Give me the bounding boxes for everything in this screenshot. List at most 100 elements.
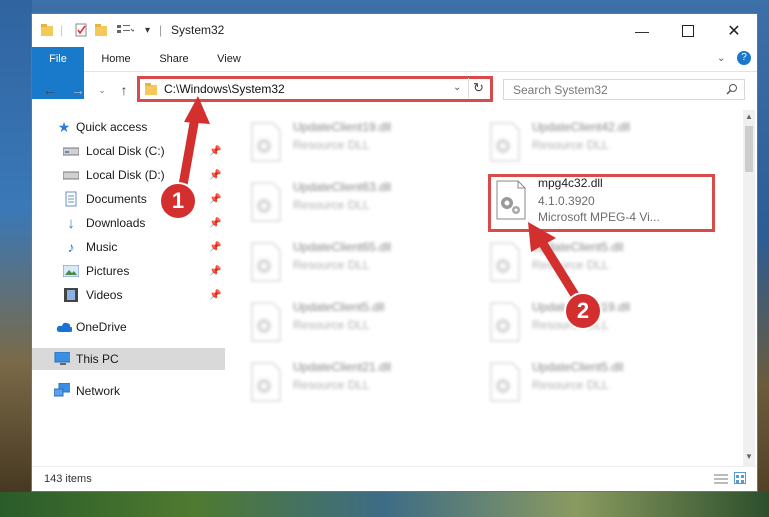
file-type: Resource DLL <box>532 258 609 272</box>
search-placeholder: Search System32 <box>513 83 608 97</box>
list-item[interactable]: UpdateClient5.dll Resource DLL <box>488 234 718 286</box>
list-item[interactable]: UpdateClient19.dll Resource DLL <box>249 114 479 166</box>
expand-ribbon-icon[interactable]: ⌄ <box>717 53 725 64</box>
up-arrow-icon[interactable]: ↑ <box>116 82 132 98</box>
dll-file-icon <box>251 122 281 162</box>
pin-icon: 📌 <box>209 241 222 253</box>
file-name: UpdateClient5.dll <box>532 240 624 254</box>
new-folder-icon[interactable] <box>94 22 108 38</box>
details-view-icon[interactable] <box>714 473 728 488</box>
music-icon: ♪ <box>67 239 75 255</box>
file-description: Microsoft MPEG-4 Vi... <box>538 210 660 224</box>
sidebar-item-downloads[interactable]: ↓ Downloads 📌 <box>32 212 225 234</box>
file-name: UpdateClient5.dll <box>532 360 624 374</box>
file-type: Resource DLL <box>293 378 370 392</box>
tab-home[interactable]: Home <box>92 47 140 71</box>
file-type: Resource DLL <box>293 138 370 152</box>
documents-icon <box>63 191 79 207</box>
tab-share[interactable]: Share <box>149 47 199 71</box>
separator: | <box>159 23 163 37</box>
separator <box>468 78 469 98</box>
pin-icon: 📌 <box>209 169 222 181</box>
sidebar-item-label: This PC <box>76 352 119 366</box>
sidebar-item-quick-access[interactable]: ★ Quick access <box>32 116 225 138</box>
tiles-view-icon[interactable] <box>734 472 746 484</box>
scrollbar-thumb[interactable] <box>745 126 753 172</box>
file-name: UpdateClient5.dll <box>293 300 385 314</box>
sidebar-item-music[interactable]: ♪ Music 📌 <box>32 236 225 258</box>
separator: | <box>60 23 64 37</box>
dll-file-icon <box>251 182 281 222</box>
file-name: UpdateClient19.dll <box>293 120 392 134</box>
pin-icon: 📌 <box>209 289 222 301</box>
search-icon <box>726 84 737 95</box>
sidebar-item-label: Downloads <box>86 216 146 230</box>
folder-icon <box>40 22 54 38</box>
navigation-pane: ★ Quick access Local Disk (C:) 📌 Local D… <box>32 112 225 462</box>
address-bar[interactable]: C:\Windows\System32 ⌄ ↻ <box>137 76 493 102</box>
explorer-window: | ▾ | System32 — ✕ File Home Share View … <box>31 13 758 492</box>
back-arrow-icon[interactable]: ← <box>42 82 58 98</box>
list-item-mpg4c32[interactable]: mpg4c32.dll 4.1.0.3920 Microsoft MPEG-4 … <box>494 176 724 228</box>
desktop-background-bottom <box>0 492 769 517</box>
desktop-background-left <box>0 0 32 517</box>
file-name: UpdateClient63.dll <box>293 180 392 194</box>
sidebar-item-label: Local Disk (D:) <box>86 168 165 182</box>
minimize-button[interactable]: — <box>619 14 665 47</box>
file-name: UpdateClient21.dll <box>293 360 392 374</box>
item-count: 143 items <box>44 473 92 485</box>
list-item[interactable]: UpdateClient65.dll Resource DLL <box>249 234 479 286</box>
view-options-icon[interactable] <box>116 22 134 38</box>
step-badge-2: 2 <box>564 292 602 330</box>
download-icon: ↓ <box>67 214 75 232</box>
help-icon[interactable]: ? <box>737 51 751 65</box>
close-button[interactable]: ✕ <box>711 14 757 47</box>
file-name: UpdateClient65.dll <box>293 240 392 254</box>
sidebar-item-network[interactable]: Network <box>32 380 225 402</box>
scroll-up-icon[interactable]: ▲ <box>745 112 753 121</box>
pin-icon: 📌 <box>209 265 222 277</box>
sidebar-item-label: Quick access <box>76 120 148 134</box>
tab-view[interactable]: View <box>207 47 251 71</box>
dll-settings-file-icon <box>496 180 526 220</box>
pin-icon: 📌 <box>209 217 222 229</box>
vertical-scrollbar[interactable]: ▲ ▼ <box>743 110 755 466</box>
dll-file-icon <box>490 122 520 162</box>
sidebar-item-local-disk-c[interactable]: Local Disk (C:) 📌 <box>32 140 225 162</box>
address-dropdown-icon[interactable]: ⌄ <box>453 82 461 93</box>
dll-file-icon <box>490 302 520 342</box>
dll-file-icon <box>490 242 520 282</box>
file-name: UpdateClient42.dll <box>532 120 631 134</box>
properties-icon[interactable] <box>74 22 88 38</box>
address-path: C:\Windows\System32 <box>164 82 285 96</box>
forward-arrow-icon[interactable]: → <box>70 82 86 98</box>
file-type: Resource DLL <box>293 258 370 272</box>
list-item[interactable]: UpdateClient42.dll Resource DLL <box>488 114 718 166</box>
scroll-down-icon[interactable]: ▼ <box>745 452 753 461</box>
list-item[interactable]: UpdateClient5.dll Resource DLL <box>488 354 718 406</box>
list-item[interactable]: UpdateClient21.dll Resource DLL <box>249 354 479 406</box>
sidebar-item-pictures[interactable]: Pictures 📌 <box>32 260 225 282</box>
maximize-button[interactable] <box>665 14 711 47</box>
refresh-icon[interactable]: ↻ <box>473 80 484 96</box>
list-item[interactable]: UpdateClient19.dll Resource DLL <box>488 294 718 346</box>
dll-file-icon <box>251 362 281 402</box>
recent-locations-icon[interactable]: ⌄ <box>94 82 110 98</box>
sidebar-item-onedrive[interactable]: OneDrive <box>32 316 225 338</box>
file-list: UpdateClient19.dll Resource DLL UpdateCl… <box>228 110 742 462</box>
sidebar-item-videos[interactable]: Videos 📌 <box>32 284 225 306</box>
list-item[interactable]: UpdateClient5.dll Resource DLL <box>249 294 479 346</box>
file-version: 4.1.0.3920 <box>538 194 595 208</box>
sidebar-item-label: Music <box>86 240 118 254</box>
dll-file-icon <box>251 242 281 282</box>
star-icon: ★ <box>57 118 71 135</box>
minimize-icon: — <box>635 22 649 39</box>
file-type: Resource DLL <box>293 198 370 212</box>
sidebar-item-label: OneDrive <box>76 320 127 334</box>
sidebar-item-this-pc[interactable]: This PC <box>32 348 225 370</box>
customize-toolbar-icon[interactable]: ▾ <box>145 22 150 38</box>
close-icon: ✕ <box>727 22 741 40</box>
search-input[interactable]: Search System32 <box>503 79 745 100</box>
list-item[interactable]: UpdateClient63.dll Resource DLL <box>249 174 479 226</box>
sidebar-item-local-disk-d[interactable]: Local Disk (D:) 📌 <box>32 164 225 186</box>
